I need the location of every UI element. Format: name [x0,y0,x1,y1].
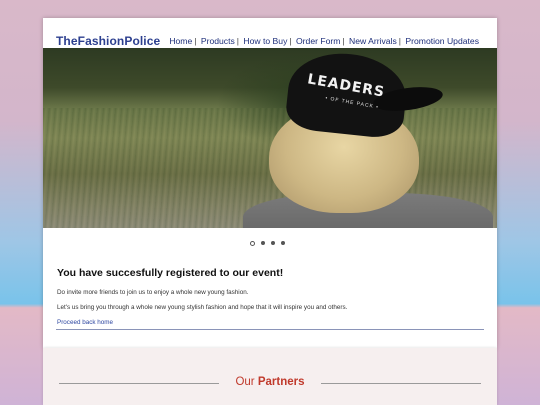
invite-text: Do invite more friends to join us to enj… [57,289,249,296]
partners-title-prefix: Our [235,376,255,388]
partners-section: Our Partners [43,348,497,405]
slider-dots [250,241,285,246]
nav-separator: | [289,36,292,46]
nav-separator: | [236,36,240,46]
slide-dot-3[interactable] [271,241,275,245]
divider [56,329,484,330]
partners-title-bold: Partners [257,376,305,388]
registration-heading: You have succesfully registered to our e… [57,267,284,279]
nav-promotion-updates[interactable]: Promotion Updates [405,36,479,46]
nav-home[interactable]: Home [169,36,192,46]
proceed-home-link[interactable]: Proceed back home [57,319,113,326]
slide-dot-4[interactable] [281,241,285,245]
main-card: TheFashionPolice Home | Products | How to … [43,18,497,348]
nav-separator: | [194,36,197,46]
slide-dot-1[interactable] [250,241,255,246]
site-logo[interactable]: TheFashionPolice [56,34,160,48]
inspire-text: Let's us bring you through a whole new y… [57,304,348,311]
hero-image: LEADERS • OF THE PACK • [43,48,497,228]
main-nav: Home | Products | How to Buy | Order Form | … [169,36,479,46]
site-header: TheFashionPolice Home | Products | How to … [43,18,497,48]
nav-new-arrivals[interactable]: New Arrivals [349,36,397,46]
partners-title: Our Partners [43,376,497,388]
nav-separator: | [342,36,345,46]
nav-order-form[interactable]: Order Form [296,36,340,46]
nav-how-to-buy[interactable]: How to Buy [243,36,287,46]
slide-dot-2[interactable] [261,241,265,245]
nav-separator: | [398,36,402,46]
registration-message: You have succesfully registered to our e… [57,267,483,326]
nav-products[interactable]: Products [201,36,235,46]
